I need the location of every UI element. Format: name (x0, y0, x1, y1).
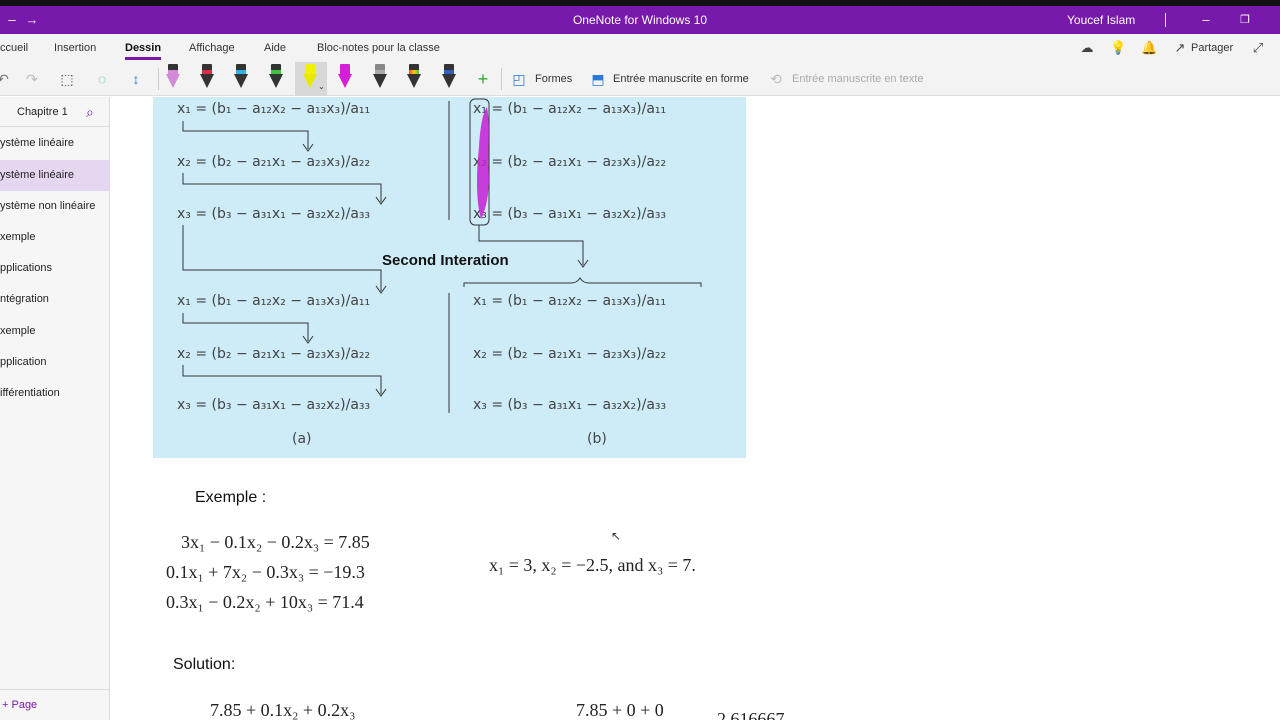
tab-aide[interactable]: Aide (264, 34, 286, 62)
share-button[interactable]: Partager (1191, 34, 1233, 62)
title-separator (1165, 13, 1166, 27)
tab-affichage[interactable]: Affichage (189, 34, 235, 62)
page-item[interactable]: ifférentiation (0, 378, 110, 409)
example-eq-3: 0.3x₁ − 0.2x₂ + 10x₃ = 71.4 (166, 592, 364, 612)
solution-partial-left: 7.85 + 0.1x₂ + 0.2x₃ (210, 700, 356, 720)
lasso-select-icon[interactable]: ⬚ (58, 69, 76, 89)
lightbulb-icon[interactable]: 💡 (1110, 40, 1126, 56)
add-pen-icon[interactable]: + (474, 69, 492, 89)
highlighter-yellow-icon[interactable] (303, 64, 317, 90)
highlighter-magenta-icon[interactable] (338, 64, 352, 90)
example-eq-2: 0.1x₁ + 7x₂ − 0.3x₃ = −19.3 (166, 562, 365, 582)
ink-to-text-button: Entrée manuscrite en texte (792, 73, 924, 85)
bell-icon[interactable]: 🔔 (1141, 40, 1157, 56)
page-item-selected[interactable]: ystème linéaire (0, 160, 110, 191)
page-item[interactable]: pplication (0, 347, 110, 378)
tab-accueil[interactable]: ccueil (0, 34, 28, 62)
ink-to-text-icon[interactable]: ⟲ (767, 69, 785, 89)
shapes-icon[interactable]: ◰ (510, 69, 528, 89)
toolbar-divider (158, 68, 159, 90)
gauss-seidel-figure: x₁ = (b₁ − a₁₂x₂ − a₁₃x₃)/a₁₁ x₂ = (b₂ −… (153, 97, 746, 458)
ink-to-shape-button[interactable]: Entrée manuscrite en forme (613, 62, 749, 96)
mouse-cursor-icon: ↖ (611, 529, 622, 543)
solution-partial-cut: 2.616667 (717, 709, 785, 720)
ink-to-shape-icon[interactable]: ⬒ (589, 69, 607, 89)
chevron-down-icon[interactable]: ⌄ (318, 82, 325, 91)
pen-galaxy-icon[interactable] (407, 64, 421, 90)
add-page-button[interactable]: + Page (0, 689, 110, 720)
pen-red-icon[interactable] (200, 64, 214, 90)
pen-cyan-icon[interactable] (234, 64, 248, 90)
eraser-icon[interactable]: ◌ (93, 69, 111, 89)
pen-gray-icon[interactable] (373, 64, 387, 90)
search-icon[interactable]: ⌕ (86, 104, 102, 120)
fullscreen-icon[interactable]: ⤢ (1250, 40, 1266, 56)
add-space-icon[interactable]: ↕ (127, 69, 145, 89)
draw-toolbar: ↶ ↷ ⬚ ◌ ↕ ⌄ + ◰ Formes ⬒ Entrée manuscri… (0, 62, 1280, 96)
user-name[interactable]: Youcef Islam (1067, 6, 1135, 34)
toolbar-divider-2 (501, 68, 502, 90)
sync-icon[interactable]: ☁ (1079, 40, 1095, 56)
page-list-sidebar: Chapitre 1 ⌕ ystème linéaire ystème liné… (0, 97, 110, 720)
solution-heading: Solution: (173, 656, 236, 673)
minimize-icon[interactable]: – (1194, 6, 1218, 34)
example-heading: Exemple : (195, 489, 267, 506)
pen-blue-icon[interactable] (442, 64, 456, 90)
highlighter-stroke (477, 107, 489, 219)
tab-bloc-notes[interactable]: Bloc-notes pour la classe (317, 34, 440, 62)
pen-green-icon[interactable] (269, 64, 283, 90)
page-item[interactable]: ntégration (0, 284, 110, 315)
page-item[interactable]: pplications (0, 253, 110, 284)
undo-icon[interactable]: ↶ (0, 69, 12, 89)
redo-icon[interactable]: ↷ (23, 69, 41, 89)
shapes-button[interactable]: Formes (535, 62, 572, 96)
tab-insertion[interactable]: Insertion (54, 34, 96, 62)
page-item[interactable]: xemple (0, 222, 110, 253)
restore-icon[interactable]: ❐ (1233, 6, 1257, 34)
add-page-label: Page (11, 699, 38, 711)
note-canvas[interactable]: x₁ = (b₁ − a₁₂x₂ − a₁₃x₃)/a₁₁ x₂ = (b₂ −… (111, 97, 1280, 720)
pen-purple-icon[interactable] (166, 64, 180, 90)
exact-solution: x₁ = 3, x₂ = −2.5, and x₃ = 7. (489, 555, 696, 575)
ribbon-tabs: ccueil Insertion Dessin Affichage Aide B… (0, 34, 1280, 62)
share-icon[interactable]: ↗ (1172, 40, 1188, 56)
page-item[interactable]: ystème non linéaire (0, 191, 110, 222)
page-item[interactable]: ystème linéaire (0, 128, 110, 159)
page-item[interactable]: xemple (0, 316, 110, 347)
example-eq-1: 3x₁ − 0.1x₂ − 0.2x₃ = 7.85 (181, 532, 370, 552)
title-bar: – → OneNote for Windows 10 Youcef Islam … (0, 6, 1280, 34)
figure-arrows (182, 98, 702, 413)
solution-partial-right: 7.85 + 0 + 0 (576, 700, 664, 720)
tab-dessin[interactable]: Dessin (125, 34, 162, 62)
